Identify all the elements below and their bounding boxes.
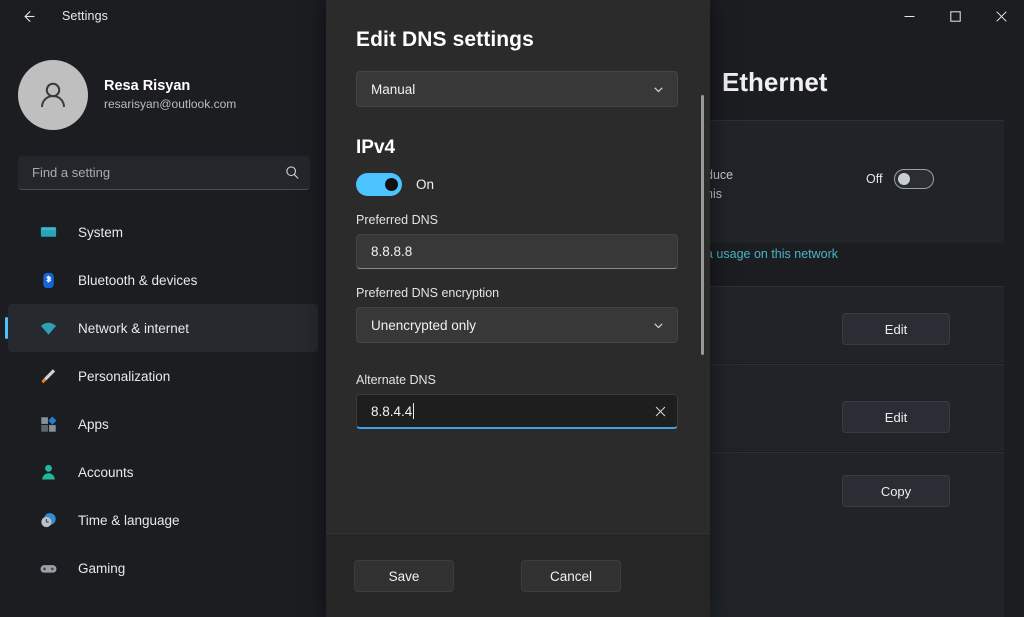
sidebar-item-label: Bluetooth & devices — [78, 272, 198, 288]
search-input[interactable]: Find a setting — [18, 156, 310, 190]
account-name: Resa Risyan — [104, 77, 191, 94]
copy-button[interactable]: Copy — [842, 475, 950, 507]
alternate-dns-input[interactable]: 8.8.4.4 — [356, 394, 678, 429]
dialog-title: Edit DNS settings — [356, 28, 534, 51]
search-icon — [285, 165, 300, 180]
sidebar-item-label: Time & language — [78, 512, 180, 528]
sidebar-item-apps[interactable]: Apps — [8, 400, 318, 448]
sidebar-item-label: Gaming — [78, 560, 126, 576]
save-label: Save — [388, 568, 420, 584]
sidebar-item-accounts[interactable]: Accounts — [8, 448, 318, 496]
window-controls — [886, 0, 1024, 32]
monitor-icon — [38, 222, 58, 242]
sidebar-item-label: Network & internet — [78, 320, 190, 336]
alternate-dns-value: 8.8.4.4 — [371, 403, 413, 419]
dialog-footer: Save Cancel — [326, 533, 710, 617]
dns-assignment-dropdown[interactable]: Manual — [356, 71, 678, 107]
ipv4-heading: IPv4 — [356, 137, 396, 158]
gamepad-icon — [38, 558, 58, 578]
copy-label: Copy — [880, 483, 912, 499]
preferred-dns-label: Preferred DNS — [356, 213, 438, 227]
preferred-dns-input[interactable]: 8.8.8.8 — [356, 234, 678, 269]
edit-ip-label: Edit — [884, 321, 908, 337]
metered-toggle[interactable] — [894, 169, 935, 189]
preferred-encryption-label: Preferred DNS encryption — [356, 286, 500, 300]
close-icon[interactable] — [654, 405, 667, 418]
edit-ip-button[interactable]: Edit — [842, 313, 950, 345]
back-button[interactable] — [8, 0, 48, 32]
preferred-dns-value: 8.8.8.8 — [371, 244, 413, 259]
preferred-encryption-value: Unencrypted only — [371, 317, 477, 333]
dns-assignment-value: Manual — [371, 81, 416, 97]
sidebar-item-network[interactable]: Network & internet — [5, 304, 318, 352]
data-usage-link[interactable]: a usage on this network — [706, 247, 838, 261]
sidebar-item-system[interactable]: System — [8, 208, 318, 256]
titlebar-label: Settings — [62, 9, 108, 23]
close-button[interactable] — [978, 0, 1024, 32]
sidebar-item-label: System — [78, 224, 124, 240]
person-icon — [38, 462, 58, 482]
ipv4-toggle-label: On — [416, 177, 435, 192]
clock-icon — [38, 510, 58, 530]
chevron-down-icon — [652, 319, 665, 332]
wifi-icon — [38, 318, 58, 338]
sidebar-item-label: Accounts — [78, 464, 134, 480]
metered-toggle-label: Off — [866, 172, 883, 186]
sidebar-item-time-language[interactable]: Time & language — [8, 496, 318, 544]
alternate-dns-label: Alternate DNS — [356, 373, 436, 387]
maximize-button[interactable] — [932, 0, 978, 32]
edit-dns-button[interactable]: Edit — [842, 401, 950, 433]
metered-toggle-wrap[interactable]: Off — [866, 169, 935, 189]
text-caret — [413, 403, 415, 419]
dialog-scrollbar[interactable] — [701, 95, 704, 355]
apps-icon — [38, 414, 58, 434]
avatar — [18, 60, 88, 130]
minimize-button[interactable] — [886, 0, 932, 32]
ipv4-toggle-row[interactable]: On — [356, 173, 680, 196]
bluetooth-icon — [38, 270, 58, 290]
sidebar-nav: System Bluetooth & devices Network & int… — [0, 208, 326, 592]
search-placeholder: Find a setting — [32, 165, 111, 180]
save-button[interactable]: Save — [354, 560, 454, 592]
chevron-down-icon — [652, 83, 665, 96]
sidebar-item-personalization[interactable]: Personalization — [8, 352, 318, 400]
sidebar-item-label: Personalization — [78, 368, 171, 384]
account-email: resarisyan@outlook.com — [104, 97, 237, 112]
sidebar-item-bluetooth[interactable]: Bluetooth & devices — [8, 256, 318, 304]
metered-description: duce his — [706, 168, 734, 202]
ipv4-toggle[interactable] — [356, 173, 402, 196]
sidebar-item-gaming[interactable]: Gaming — [8, 544, 318, 592]
brush-icon — [38, 366, 58, 386]
page-title: Ethernet — [722, 67, 828, 97]
sidebar: Resa Risyan resarisyan@outlook.com Find … — [0, 32, 326, 617]
cancel-button[interactable]: Cancel — [521, 560, 621, 592]
preferred-encryption-dropdown[interactable]: Unencrypted only — [356, 307, 678, 343]
account-block[interactable]: Resa Risyan resarisyan@outlook.com — [18, 60, 326, 130]
sidebar-item-label: Apps — [78, 416, 109, 432]
cancel-label: Cancel — [549, 568, 593, 584]
dialog-body: Edit DNS settings Manual IPv4 On Preferr… — [326, 0, 710, 533]
edit-dns-dialog: Edit DNS settings Manual IPv4 On Preferr… — [326, 0, 710, 617]
edit-dns-label: Edit — [884, 409, 908, 425]
